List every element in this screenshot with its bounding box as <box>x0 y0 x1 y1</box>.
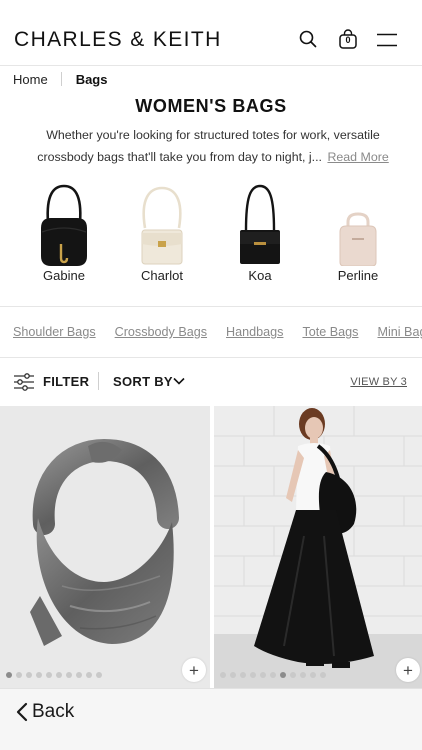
cart-count: 0 <box>345 35 351 45</box>
view-by-toggle[interactable]: VIEW BY 3 <box>350 376 407 388</box>
carousel-dot[interactable] <box>280 672 286 678</box>
site-header: CHARLES & KEITH 0 <box>0 0 422 66</box>
breadcrumb-home[interactable]: Home <box>13 72 48 87</box>
category-link-tote-bags[interactable]: Tote Bags <box>302 325 358 343</box>
product-image[interactable] <box>214 406 422 688</box>
toolbar-separator <box>98 372 99 390</box>
carousel-dot[interactable] <box>230 672 236 678</box>
carousel-dot[interactable] <box>96 672 102 678</box>
menu-icon[interactable] <box>376 33 398 47</box>
add-to-bag-button[interactable]: + <box>182 658 206 682</box>
category-link-crossbody-bags[interactable]: Crossbody Bags <box>115 325 207 343</box>
koa-bag-image <box>240 184 280 264</box>
cart-button[interactable]: 0 <box>338 29 358 49</box>
back-button[interactable]: Back <box>16 701 74 723</box>
bag-shape-carousel: Gabine Charlot Koa Perline <box>0 178 422 290</box>
breadcrumb-separator <box>60 72 62 86</box>
category-link-handbags[interactable]: Handbags <box>226 325 283 343</box>
divider <box>0 306 422 307</box>
carousel-dot[interactable] <box>6 672 12 678</box>
carousel-dot[interactable] <box>240 672 246 678</box>
page-title: WOMEN'S BAGS <box>135 96 287 116</box>
back-label: Back <box>32 701 75 722</box>
filter-sliders-icon[interactable] <box>13 373 35 391</box>
product-grid: + + <box>0 406 422 688</box>
category-links: Shoulder Bags Crossbody Bags Handbags To… <box>13 325 422 343</box>
image-carousel-dots[interactable] <box>220 672 326 678</box>
page-description: Whether you're looking for structured to… <box>30 124 396 168</box>
filter-button[interactable]: FILTER <box>43 374 89 389</box>
category-link-mini-bags[interactable]: Mini Bags <box>377 325 422 343</box>
sort-by-button[interactable]: SORT BY <box>113 374 173 389</box>
carousel-dot[interactable] <box>26 672 32 678</box>
carousel-dot[interactable] <box>46 672 52 678</box>
carousel-dot[interactable] <box>66 672 72 678</box>
carousel-dot[interactable] <box>250 672 256 678</box>
carousel-dot[interactable] <box>310 672 316 678</box>
carousel-dot[interactable] <box>16 672 22 678</box>
gabine-bag-image <box>41 184 87 266</box>
carousel-dot[interactable] <box>290 672 296 678</box>
search-icon[interactable] <box>299 30 317 48</box>
shape-item-charlot[interactable]: Charlot <box>122 178 202 283</box>
breadcrumb: Home Bags <box>13 71 107 87</box>
chevron-down-icon[interactable] <box>173 377 185 385</box>
carousel-dot[interactable] <box>56 672 62 678</box>
bottom-navigation-bar: Back <box>0 688 422 750</box>
shape-item-gabine[interactable]: Gabine <box>24 178 104 283</box>
add-to-bag-button[interactable]: + <box>396 658 420 682</box>
perline-bag-image <box>339 212 377 266</box>
image-carousel-dots[interactable] <box>6 672 102 678</box>
divider <box>0 357 422 358</box>
carousel-dot[interactable] <box>36 672 42 678</box>
product-image[interactable] <box>0 406 210 688</box>
product-card[interactable]: + <box>0 406 210 688</box>
carousel-dot[interactable] <box>220 672 226 678</box>
category-link-shoulder-bags[interactable]: Shoulder Bags <box>13 325 96 343</box>
shape-label: Charlot <box>141 268 183 283</box>
shape-label: Perline <box>337 268 379 283</box>
listing-toolbar: FILTER SORT BY VIEW BY 3 <box>0 360 422 404</box>
breadcrumb-current: Bags <box>75 71 108 87</box>
brand-logo[interactable]: CHARLES & KEITH <box>14 28 222 52</box>
carousel-dot[interactable] <box>260 672 266 678</box>
carousel-dot[interactable] <box>76 672 82 678</box>
shape-label: Gabine <box>43 268 85 283</box>
carousel-dot[interactable] <box>300 672 306 678</box>
chevron-left-icon <box>16 702 28 722</box>
product-card[interactable]: + <box>214 406 422 688</box>
shape-item-koa[interactable]: Koa <box>220 178 300 283</box>
carousel-dot[interactable] <box>86 672 92 678</box>
shape-label: Koa <box>248 268 272 283</box>
carousel-dot[interactable] <box>320 672 326 678</box>
carousel-dot[interactable] <box>270 672 276 678</box>
shape-item-perline[interactable]: Perline <box>318 178 398 283</box>
read-more-link[interactable]: Read More <box>327 150 388 164</box>
charlot-bag-image <box>141 186 183 265</box>
